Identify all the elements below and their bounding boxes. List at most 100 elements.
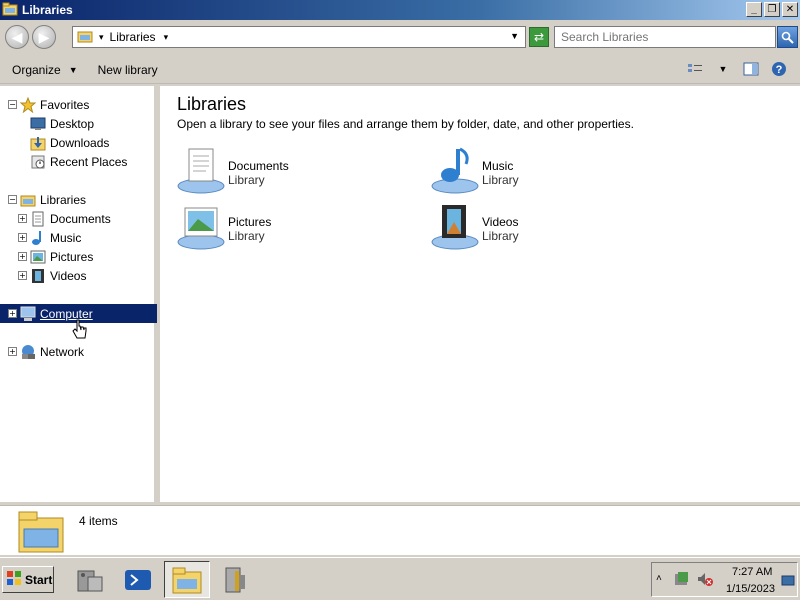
new-library-label: New library [97,62,158,77]
preview-pane-icon[interactable] [742,61,760,77]
clock-time[interactable]: 7:27 AM [732,566,772,578]
explorer-taskbar-icon[interactable] [164,561,210,598]
forward-button[interactable]: ▶ [32,25,56,49]
view-options-icon[interactable] [686,61,704,77]
show-desktop-icon[interactable] [781,575,795,590]
nav-item-libraries[interactable]: − Libraries [0,190,157,209]
breadcrumb-arrow-icon[interactable]: ▾ [99,32,104,43]
document-icon [30,211,46,227]
hand-cursor-icon [72,319,88,344]
server-manager-icon[interactable] [66,561,112,598]
nav-label: Network [40,344,85,359]
address-bar[interactable]: ▾ Libraries ▾ ▼ [72,26,526,48]
library-type: Library [228,229,265,243]
music-library-icon [430,146,480,196]
nav-label: Pictures [50,249,94,264]
videos-library-icon [430,202,480,252]
expand-icon[interactable]: + [18,271,27,280]
nav-item-documents[interactable]: + Documents [0,209,157,228]
search-input[interactable] [554,26,776,48]
nav-label: Downloads [50,135,110,150]
minimize-button[interactable]: _ [746,2,762,17]
new-library-button[interactable]: New library [98,63,158,77]
content-pane: Libraries Open a library to see your fil… [160,86,800,502]
library-item-documents[interactable]: Documents Library [176,146,406,196]
breadcrumb-dropdown-icon[interactable]: ▾ [164,32,169,43]
powershell-icon[interactable] [115,561,161,598]
network-icon [20,344,36,360]
close-button[interactable]: ✕ [782,2,798,17]
volume-muted-icon[interactable] [697,571,713,590]
expand-icon[interactable]: + [8,309,17,318]
window-title: Libraries [22,3,73,17]
nav-label: Documents [50,211,111,226]
restore-button[interactable]: ❐ [764,2,780,17]
downloads-icon [30,135,46,151]
nav-item-pictures[interactable]: + Pictures [0,247,157,266]
view-dropdown-icon[interactable]: ▼ [714,61,732,77]
details-pane: 4 items [0,505,800,555]
library-type: Library [228,173,265,187]
computer-icon [20,306,36,322]
library-type: Library [482,229,519,243]
taskbar: Start ˄ 7:27 AM 1/15/2023 [0,557,800,600]
collapse-icon[interactable]: − [8,100,17,109]
nav-label: Desktop [50,116,95,131]
nav-label: Libraries [40,192,87,207]
library-name: Documents [228,159,289,173]
nav-label: Videos [50,268,87,283]
nav-item-favorites[interactable]: − Favorites [0,95,157,114]
address-history-dropdown-icon[interactable]: ▼ [510,31,519,41]
start-button[interactable]: Start [2,566,54,593]
nav-item-videos[interactable]: + Videos [0,266,157,285]
item-count: 4 items [79,514,118,528]
search-icon [781,31,794,44]
libraries-folder-icon [2,2,18,19]
breadcrumb-libraries[interactable]: Libraries [110,30,156,44]
help-icon[interactable]: ? [770,61,788,77]
nav-item-downloads[interactable]: Downloads [0,133,157,152]
nav-item-recent-places[interactable]: Recent Places [0,152,157,171]
expand-icon[interactable]: + [18,233,27,242]
command-bar: Organize ▼ New library ▼ ? [0,56,800,84]
refresh-button[interactable]: ⇄ [529,27,549,47]
address-row: ◀ ▶ ▾ Libraries ▾ ▼ ⇄ [0,20,800,54]
library-name: Videos [482,215,519,229]
organize-menu[interactable]: Organize ▼ [12,63,78,77]
library-item-music[interactable]: Music Library [430,146,660,196]
expand-icon[interactable]: + [18,252,27,261]
star-icon [19,96,37,113]
documents-library-icon [176,146,226,196]
system-tray: ˄ 7:27 AM 1/15/2023 [651,562,798,597]
page-subtitle: Open a library to see your files and arr… [177,117,634,131]
recent-places-icon [30,154,46,170]
navigation-pane: − Favorites Desktop Downloads Recent Pla… [0,86,157,502]
svg-text:?: ? [776,64,783,76]
clock-date[interactable]: 1/15/2023 [726,583,775,595]
libraries-icon [77,29,93,46]
start-label: Start [25,572,53,587]
expand-icon[interactable]: + [18,214,27,223]
nav-item-desktop[interactable]: Desktop [0,114,157,133]
libraries-folder-large-icon [18,509,64,556]
desktop-icon [30,116,46,132]
nav-label: Music [50,230,82,245]
nav-label: Recent Places [50,154,128,169]
search-button[interactable] [777,26,798,48]
picture-icon [30,249,46,265]
show-hidden-icons-icon[interactable]: ˄ [656,573,662,584]
windows-logo-icon [6,570,22,589]
organize-label: Organize [12,62,61,77]
collapse-icon[interactable]: − [8,195,17,204]
library-item-pictures[interactable]: Pictures Library [176,202,406,252]
back-button[interactable]: ◀ [5,25,29,49]
action-center-icon[interactable] [674,571,690,590]
nav-item-music[interactable]: + Music [0,228,157,247]
tools-icon[interactable] [213,561,259,598]
library-item-videos[interactable]: Videos Library [430,202,660,252]
music-note-icon [30,230,46,246]
libraries-icon [20,192,36,208]
expand-icon[interactable]: + [8,347,17,356]
nav-item-network[interactable]: + Network [0,342,157,361]
library-name: Music [482,159,514,173]
